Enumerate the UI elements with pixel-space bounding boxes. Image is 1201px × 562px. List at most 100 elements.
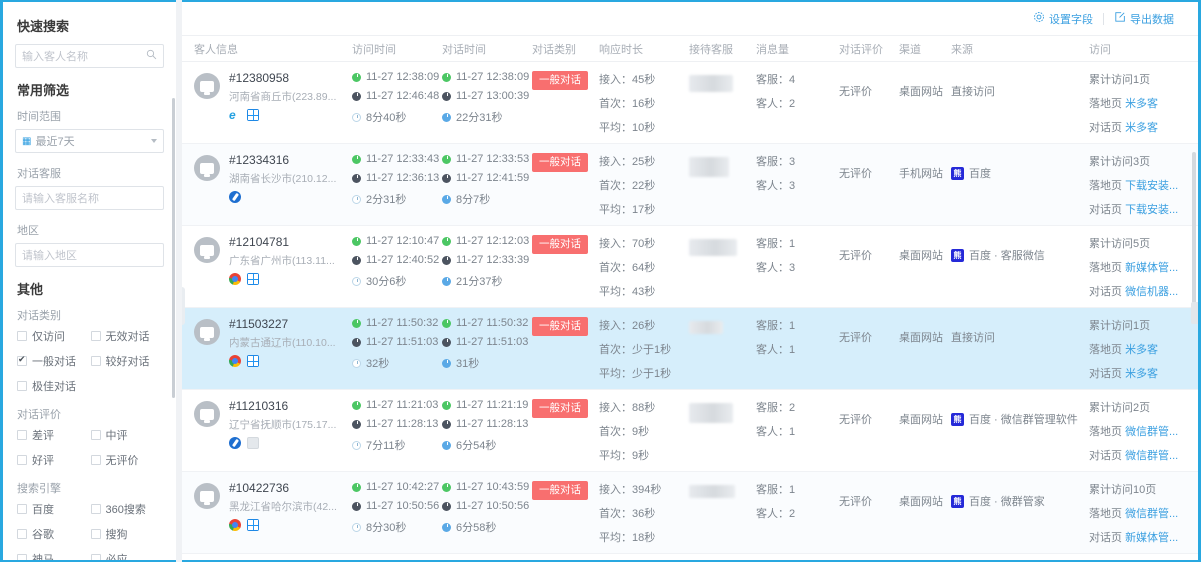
chat-duration: 31秒 xyxy=(442,355,532,371)
checkbox-search-engine-5[interactable]: 必应 xyxy=(90,551,165,560)
time-range-select[interactable]: ▦ 最近7天 xyxy=(15,129,164,153)
checkbox-dialog-type-0[interactable]: 仅访问 xyxy=(17,328,91,344)
checkbox-dialog-type-3[interactable]: 较好对话 xyxy=(90,353,165,369)
set-fields-button[interactable]: 设置字段 xyxy=(1023,11,1103,27)
chat-page-link[interactable]: 米多客 xyxy=(1125,368,1158,380)
checkbox-search-engine-3[interactable]: 搜狗 xyxy=(90,526,165,542)
chat-page-link[interactable]: 米多客 xyxy=(1125,122,1158,134)
checkbox-box[interactable] xyxy=(17,504,27,514)
checkbox-box[interactable] xyxy=(17,455,27,465)
sidebar-scrollbar[interactable] xyxy=(172,98,175,398)
table-row[interactable]: #12334316 湖南省长沙市(210.12... 11-27 12:33:43 1… xyxy=(182,144,1198,226)
chat-start-time: 11-27 11:50:32 xyxy=(442,317,532,329)
response-first: 首次：22秒 xyxy=(599,180,656,192)
checkbox-dialog-eval-3[interactable]: 无评价 xyxy=(90,452,165,468)
panel-drag-handle[interactable] xyxy=(182,287,185,325)
checkbox-box[interactable] xyxy=(90,504,101,514)
chat-page-link[interactable]: 新媒体管... xyxy=(1125,532,1178,544)
export-data-button[interactable]: 导出数据 xyxy=(1104,11,1184,27)
checkbox-dialog-eval-0[interactable]: 差评 xyxy=(17,427,91,443)
guest-name-search-input[interactable]: 输入客人名称 xyxy=(15,44,164,68)
landing-page-link[interactable]: 下载安装... xyxy=(1125,180,1178,192)
guest-id[interactable]: #11210316 xyxy=(229,399,336,413)
cell-chat-time: 11-27 12:33:53 11-27 12:41:59 8分7秒 xyxy=(442,144,532,225)
table-scrollbar[interactable] xyxy=(1192,152,1196,322)
duration-icon xyxy=(352,358,361,368)
checkbox-box[interactable] xyxy=(90,356,101,366)
landing-page-link[interactable]: 微信群管... xyxy=(1125,508,1178,520)
checkbox-dialog-type-2[interactable]: 一般对话 xyxy=(17,353,91,369)
checkbox-box[interactable] xyxy=(90,554,101,560)
guest-id[interactable]: #12104781 xyxy=(229,235,335,249)
checkbox-box[interactable] xyxy=(17,331,27,341)
value: 7分11秒 xyxy=(366,440,406,452)
cell-guest-info: #12334316 湖南省长沙市(210.12... xyxy=(182,144,352,225)
guest-id[interactable]: #10422736 xyxy=(229,481,337,495)
visit-start-time: 11-27 12:10:47 xyxy=(352,235,442,247)
table-row[interactable]: 『致一科技』李银浙江省杭州市(61.164...11-27 10:38:5711… xyxy=(182,554,1198,560)
checkbox-box[interactable] xyxy=(17,353,27,366)
table-row[interactable]: #12380958 河南省商丘市(223.89... e 11-27 12:38:09… xyxy=(182,62,1198,144)
gear-icon xyxy=(1033,11,1049,26)
agent-name-input[interactable]: 请输入客服名称 xyxy=(15,186,164,210)
value: 8分30秒 xyxy=(366,522,407,534)
table-row[interactable]: #12104781 广东省广州市(113.11... 11-27 12:10:47 1… xyxy=(182,226,1198,308)
checkbox-search-engine-1[interactable]: 360搜索 xyxy=(90,501,165,517)
table-row[interactable]: #11210316 辽宁省抚顺市(175.17... 11-27 11:21:03 1… xyxy=(182,390,1198,472)
chat-start-time: 11-27 12:12:03 xyxy=(442,235,532,247)
checkbox-dialog-eval-2[interactable]: 好评 xyxy=(17,452,91,468)
checkbox-box[interactable] xyxy=(17,529,27,539)
landing-page-link[interactable]: 微信群管... xyxy=(1125,426,1178,438)
guest-id[interactable]: #11503227 xyxy=(229,317,336,331)
cell-chat-time: 11-27 12:38:09 11-27 13:00:39 22分31秒 xyxy=(442,62,532,143)
checkbox-search-engine-0[interactable]: 百度 xyxy=(17,501,91,517)
panel-collapse-tab[interactable] xyxy=(1191,302,1198,324)
end-time-icon xyxy=(442,173,451,183)
checkbox-dialog-type-1[interactable]: 无效对话 xyxy=(90,328,165,344)
response-accept: 接入：70秒 xyxy=(599,238,656,250)
chat-page-link[interactable]: 微信群管... xyxy=(1125,450,1178,462)
duration-icon xyxy=(442,194,451,204)
checkbox-search-engine-2[interactable]: 谷歌 xyxy=(17,526,91,542)
cell-served-agent xyxy=(689,472,756,553)
cell-dialog-evaluation: 无评价 xyxy=(839,554,899,560)
search-icon[interactable] xyxy=(146,49,157,63)
guest-id[interactable]: #12334316 xyxy=(229,153,336,167)
table-row[interactable]: #11503227 内蒙古通辽市(110.10... 11-27 11:50:32 1… xyxy=(182,308,1198,390)
chrome-icon xyxy=(229,519,241,531)
checkbox-box[interactable] xyxy=(90,430,101,440)
checkbox-box[interactable] xyxy=(90,331,101,341)
cell-dialog-evaluation: 无评价 xyxy=(839,62,899,143)
checkbox-dialog-eval-1[interactable]: 中评 xyxy=(90,427,165,443)
landing-page-link[interactable]: 米多客 xyxy=(1125,344,1158,356)
landing-page-link[interactable]: 新媒体管... xyxy=(1125,262,1178,274)
cell-message-count: 客服：1 客人：2 xyxy=(756,472,839,553)
chat-page-link[interactable]: 下载安装... xyxy=(1125,204,1178,216)
cell-served-agent xyxy=(689,554,756,560)
value: 11-27 11:51:03 xyxy=(456,336,529,348)
source-value: 直接访问 xyxy=(951,86,995,98)
records-panel: 设置字段 导出数据 客人信息 访问时间 对话时间 对话类别 响应时长 接待客服 消息量 对话评… xyxy=(182,0,1201,562)
total-pages: 累计访问2页 xyxy=(1089,402,1151,414)
chat-duration: 22分31秒 xyxy=(442,109,532,125)
guest-id[interactable]: #12380958 xyxy=(229,71,336,85)
checkbox-box[interactable] xyxy=(90,455,101,465)
landing-page-link[interactable]: 米多客 xyxy=(1125,98,1158,110)
chat-start-time: 11-27 12:33:53 xyxy=(442,153,532,165)
end-time-icon xyxy=(352,173,361,183)
checkbox-label: 极佳对话 xyxy=(32,381,76,393)
start-time-icon xyxy=(442,318,451,328)
checkbox-box[interactable] xyxy=(17,381,27,391)
chat-page-link[interactable]: 微信机器... xyxy=(1125,286,1178,298)
duration-icon xyxy=(442,522,451,532)
end-time-icon xyxy=(442,419,451,429)
checkbox-box[interactable] xyxy=(17,430,27,440)
checkbox-box[interactable] xyxy=(17,554,27,560)
region-input[interactable]: 请输入地区 xyxy=(15,243,164,267)
checkbox-dialog-type-4[interactable]: 极佳对话 xyxy=(17,378,91,394)
total-pages: 累计访问5页 xyxy=(1089,238,1151,250)
checkbox-search-engine-4[interactable]: 神马 xyxy=(17,551,91,560)
avatar xyxy=(194,483,220,509)
table-row[interactable]: #10422736 黑龙江省哈尔滨市(42... 11-27 10:42:27 11-… xyxy=(182,472,1198,554)
checkbox-box[interactable] xyxy=(90,529,101,539)
